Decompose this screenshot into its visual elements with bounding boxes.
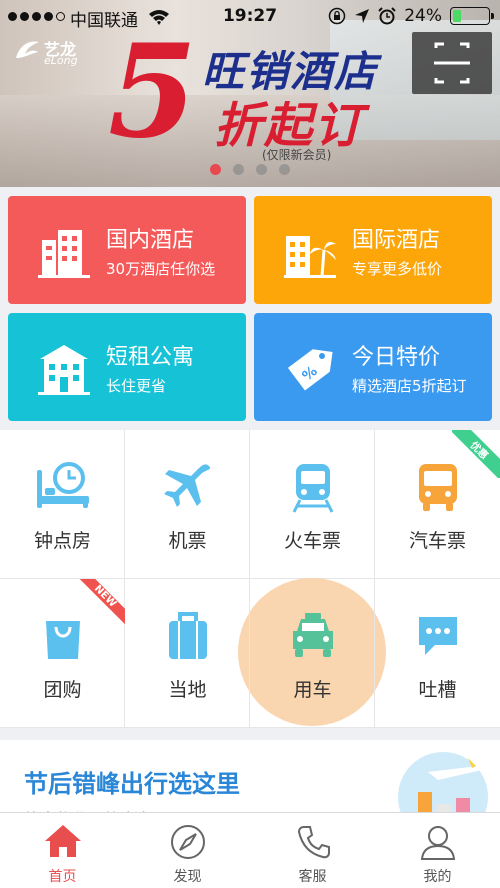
service-label: 机票	[168, 530, 207, 552]
apartment-icon	[38, 345, 90, 395]
tab-label: 客服	[298, 869, 327, 885]
phone-icon	[297, 826, 330, 859]
banner-headline-number: 5	[108, 17, 198, 167]
service-train[interactable]: 火车票	[250, 430, 375, 579]
hotel-building-icon	[38, 230, 90, 278]
pager-dot[interactable]	[233, 164, 244, 175]
tile-title: 今日特价	[352, 345, 441, 370]
pager-dot[interactable]	[279, 164, 290, 175]
scan-icon	[434, 42, 470, 84]
promo-section[interactable]: 节后错峰出行选这里 终南依北际徐金家	[0, 740, 500, 820]
service-label: 钟点房	[33, 530, 91, 552]
compass-icon	[170, 825, 205, 859]
tile-daily-deals[interactable]: % 今日特价 精选酒店5折起订	[254, 313, 492, 421]
status-right: 24%	[328, 6, 494, 26]
tile-domestic-hotel[interactable]: 国内酒店 30万酒店任你选	[8, 196, 246, 304]
orientation-lock-icon	[328, 7, 346, 25]
tile-international-hotel[interactable]: 国际酒店 专享更多低价	[254, 196, 492, 304]
status-bar: 中国联通 19:27 24%	[0, 0, 500, 34]
tile-title: 短租公寓	[106, 345, 195, 370]
tile-short-rental[interactable]: 短租公寓 长住更省	[8, 313, 246, 421]
alarm-icon	[378, 7, 396, 25]
service-label: 火车票	[283, 530, 341, 552]
promo-title: 节后错峰出行选这里	[24, 770, 240, 798]
app-logo: 艺龙 eLong	[12, 36, 78, 70]
service-car[interactable]: 用车	[250, 579, 375, 728]
scan-button[interactable]	[412, 32, 492, 94]
logo-text-en: eLong	[44, 54, 78, 67]
elong-logo-icon	[16, 41, 39, 58]
tile-subtitle: 精选酒店5折起订	[352, 377, 467, 395]
battery-icon	[450, 7, 494, 25]
service-local[interactable]: 当地	[125, 579, 250, 728]
service-hourly-room[interactable]: 钟点房	[0, 430, 125, 579]
pager-dot[interactable]	[256, 164, 267, 175]
location-icon	[355, 9, 370, 23]
discount-badge: 优惠	[452, 430, 500, 478]
tab-profile[interactable]: 我的	[375, 813, 500, 888]
hourly-room-icon	[36, 462, 89, 508]
palm-hotel-icon	[284, 236, 336, 278]
travel-illustration-icon	[418, 758, 482, 820]
chat-bubble-icon	[418, 617, 457, 655]
home-icon	[44, 825, 81, 857]
service-label: 当地	[168, 679, 207, 701]
tab-label: 首页	[48, 869, 77, 885]
tab-home[interactable]: 首页	[0, 813, 125, 888]
service-label: 汽车票	[408, 530, 466, 552]
taxi-icon	[292, 613, 333, 657]
tile-subtitle: 长住更省	[106, 377, 167, 395]
tab-discover[interactable]: 发现	[125, 813, 250, 888]
battery-percent: 24%	[404, 6, 442, 26]
tab-service[interactable]: 客服	[250, 813, 375, 888]
service-label: 吐槽	[418, 679, 457, 701]
tile-title: 国际酒店	[352, 228, 441, 253]
tile-title: 国内酒店	[106, 228, 195, 253]
new-badge: NEW	[77, 579, 125, 627]
service-feedback[interactable]: 吐槽	[375, 579, 500, 728]
service-label: 用车	[293, 679, 332, 701]
tab-bar: 首页 发现 客服 我的	[0, 812, 500, 888]
train-icon	[292, 464, 333, 513]
tab-label: 我的	[423, 869, 452, 885]
discount-tag-icon: %	[287, 349, 333, 391]
suitcase-icon	[168, 612, 207, 659]
profile-icon	[420, 826, 455, 860]
pager-dot[interactable]	[210, 164, 221, 175]
service-flights[interactable]: 机票	[125, 430, 250, 579]
banner-pager	[0, 164, 500, 175]
tile-subtitle: 30万酒店任你选	[106, 260, 216, 278]
service-grid: 钟点房 机票 火车票 汽车票 团购 当地 用车 吐槽 优惠 NEW	[0, 430, 500, 728]
service-label: 团购	[43, 679, 82, 701]
banner-note: (仅限新会员)	[262, 148, 332, 162]
airplane-icon	[163, 464, 210, 507]
tab-label: 发现	[173, 869, 202, 885]
tile-subtitle: 专享更多低价	[352, 260, 443, 278]
promo-illustration	[398, 752, 488, 820]
